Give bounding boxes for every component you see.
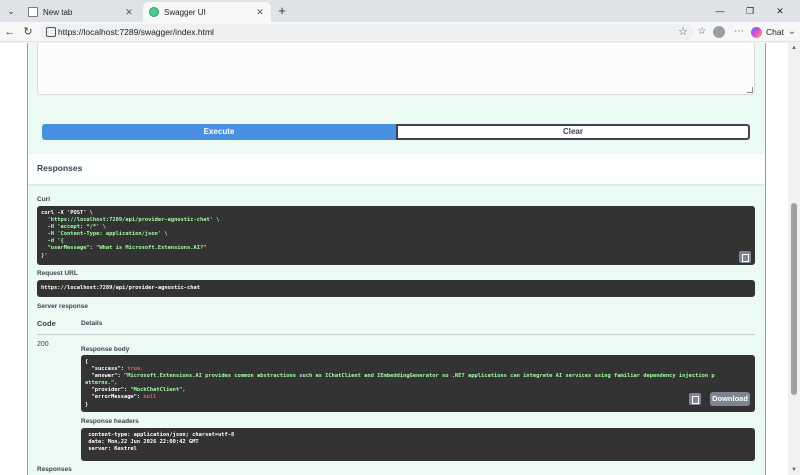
responses-subheading: Responses: [37, 466, 72, 473]
request-url-label: Request URL: [37, 270, 78, 277]
tab-new-tab[interactable]: New tab ✕: [22, 2, 140, 22]
json-key: "answer":: [85, 373, 124, 380]
swagger-icon: [149, 7, 159, 17]
request-body-textarea[interactable]: [37, 43, 755, 95]
json-value: "MockChatClient",: [130, 387, 186, 394]
server-response-label: Server response: [37, 303, 88, 310]
lock-icon[interactable]: [46, 27, 56, 37]
curl-line: 'https://localhost:7289/api/provider-agn…: [41, 217, 220, 224]
responses-title: Responses: [37, 163, 83, 173]
close-window-icon[interactable]: ✕: [766, 3, 794, 19]
code-column-header: Code: [37, 319, 56, 328]
json-value: null: [143, 394, 157, 401]
status-code: 200: [37, 341, 49, 348]
chat-label: Chat: [766, 27, 784, 37]
copy-icon[interactable]: [689, 393, 701, 405]
chevron-down-icon[interactable]: ⌄: [784, 24, 800, 40]
json-value: atterns.",: [85, 380, 118, 387]
close-icon[interactable]: ✕: [124, 7, 134, 18]
json-key: "errorMessage":: [85, 394, 144, 401]
curl-line: "userMessage": "What is Microsoft.Extens…: [41, 245, 207, 252]
maximize-icon[interactable]: ❐: [736, 3, 764, 19]
response-headers-block[interactable]: content-type: application/json; charset=…: [81, 428, 755, 461]
close-icon[interactable]: ✕: [255, 7, 265, 18]
clear-button[interactable]: Clear: [396, 124, 750, 140]
tab-title: Swagger UI: [164, 7, 206, 17]
tab-bar: ⌄ New tab ✕ Swagger UI ✕ + — ❐ ✕: [0, 0, 800, 22]
page-viewport: Execute Clear Responses Curl curl -X 'PO…: [0, 43, 788, 475]
address-bar-row: ← ↻ https://localhost:7289/swagger/index…: [0, 22, 800, 42]
copilot-icon: [751, 26, 762, 38]
header-line: server: Kestrel: [85, 446, 137, 453]
curl-line: curl -X 'POST' \: [41, 210, 93, 216]
tab-title: New tab: [43, 7, 73, 17]
curl-line: -d '{: [41, 238, 64, 245]
chat-button[interactable]: Chat: [751, 25, 784, 39]
star-icon[interactable]: ☆: [678, 24, 688, 40]
curl-line: -H 'Content-Type: application/json' \: [41, 231, 168, 238]
url-text[interactable]: https://localhost:7289/swagger/index.htm…: [58, 26, 214, 38]
favorites-icon[interactable]: ☆: [694, 24, 710, 40]
response-body-label: Response body: [81, 346, 130, 353]
download-button[interactable]: Download: [710, 392, 750, 406]
tab-swagger-ui[interactable]: Swagger UI ✕: [143, 2, 271, 22]
header-line: date: Mon,22 Jun 2026 22:00:42 GMT: [85, 439, 199, 446]
details-column-header: Details: [81, 320, 103, 327]
back-icon[interactable]: ←: [2, 24, 18, 40]
json-brace: }: [85, 401, 89, 408]
scroll-up-icon[interactable]: ▲: [791, 45, 797, 51]
reload-icon[interactable]: ↻: [20, 24, 36, 40]
table-divider: [37, 334, 755, 335]
curl-line: -H 'accept: */*' \: [41, 224, 106, 231]
minimize-icon[interactable]: —: [706, 3, 734, 19]
response-headers-label: Response headers: [81, 418, 139, 425]
page-icon: [28, 7, 38, 17]
copy-icon[interactable]: [739, 251, 751, 263]
scroll-down-icon[interactable]: ▼: [791, 467, 797, 473]
json-key: "provider":: [85, 387, 131, 394]
more-options-icon[interactable]: ⋯: [731, 24, 747, 40]
curl-label: Curl: [37, 196, 50, 203]
tab-actions-menu-icon[interactable]: ⌄: [4, 4, 18, 18]
json-value: true,: [127, 366, 144, 373]
request-url-block[interactable]: https://localhost:7289/api/provider-agno…: [37, 280, 755, 297]
json-value: "Microsoft.Extensions.AI provides common…: [123, 373, 715, 380]
responses-section-header: Responses: [28, 154, 765, 184]
response-body-block[interactable]: { "success": true, "answer": "Microsoft.…: [81, 355, 755, 412]
json-brace: {: [85, 359, 89, 365]
url-field[interactable]: https://localhost:7289/swagger/index.htm…: [40, 24, 694, 40]
json-key: "success":: [85, 366, 128, 373]
resize-handle-icon[interactable]: [747, 87, 753, 93]
curl-code-block[interactable]: curl -X 'POST' \ 'https://localhost:7289…: [37, 206, 755, 265]
vertical-scrollbar[interactable]: ▲ ▼: [788, 43, 800, 475]
profile-avatar-icon[interactable]: [713, 26, 725, 38]
new-tab-button[interactable]: +: [274, 3, 290, 19]
execute-button[interactable]: Execute: [42, 124, 396, 140]
header-line: content-type: application/json; charset=…: [85, 432, 235, 438]
request-url-text: https://localhost:7289/api/provider-agno…: [41, 285, 201, 291]
curl-line: }': [41, 252, 48, 259]
scrollbar-thumb[interactable]: [791, 203, 797, 395]
